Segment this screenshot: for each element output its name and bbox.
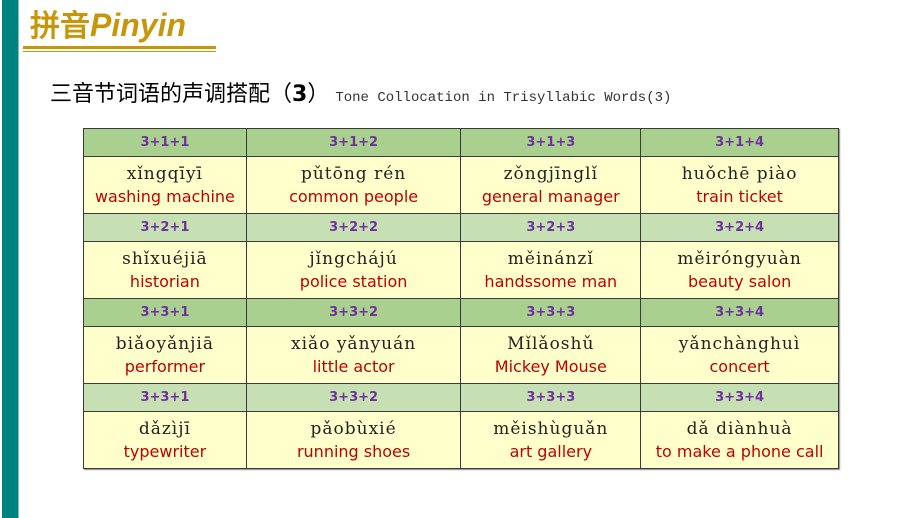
tone-pattern-label: 3+3+4 xyxy=(640,298,839,327)
tone-pattern-label: 3+1+3 xyxy=(460,128,642,157)
pinyin-text: jǐngchájú xyxy=(309,249,398,269)
pinyin-text: zǒngjīnglǐ xyxy=(503,164,599,184)
pinyin-text: xiǎo yǎnyuán xyxy=(291,334,417,354)
tone-pattern-header-row: 3+2+1 3+2+2 3+2+3 3+2+4 xyxy=(83,213,839,242)
word-cell: biǎoyǎnjiā performer xyxy=(83,326,247,384)
pinyin-text: měiróngyuàn xyxy=(677,249,802,269)
tone-pattern-label: 3+3+1 xyxy=(83,298,247,327)
tone-pattern-header-row: 3+1+1 3+1+2 3+1+3 3+1+4 xyxy=(83,128,839,157)
pinyin-text: shǐxuéjiā xyxy=(122,249,208,269)
pinyin-text: pǎobùxié xyxy=(310,419,397,439)
tone-pattern-label: 3+3+4 xyxy=(640,383,839,412)
subtitle-english: Tone Collocation in Trisyllabic Words(3) xyxy=(335,90,672,106)
brand-title-chinese: 拼音 xyxy=(30,9,90,44)
pinyin-text: dǎ diànhuà xyxy=(686,419,793,439)
word-cell: měishùguǎn art gallery xyxy=(460,411,642,469)
subtitle-number: 3 xyxy=(292,82,308,107)
brand-title-latin: Pinyin xyxy=(90,7,187,43)
pinyin-text: pǔtōng rén xyxy=(300,164,407,184)
slide-subtitle: 三音节词语的声调搭配（ 3） Tone Collocation in Trisyll… xyxy=(50,76,671,108)
tone-pattern-label: 3+2+3 xyxy=(460,213,642,242)
word-cell: shǐxuéjiā historian xyxy=(83,241,247,299)
word-cell: huǒchē piào train ticket xyxy=(640,156,839,214)
word-row: shǐxuéjiā historian jǐngchájú police statio… xyxy=(83,241,839,299)
subtitle-close-paren: ） xyxy=(307,82,330,107)
tone-pattern-label: 3+1+2 xyxy=(245,128,462,157)
english-translation: little actor xyxy=(312,357,395,376)
word-cell: měiróngyuàn beauty salon xyxy=(640,241,839,299)
english-translation: historian xyxy=(129,272,200,291)
english-translation: handssome man xyxy=(484,272,618,291)
english-translation: washing machine xyxy=(94,187,235,206)
pinyin-text: xǐngqīyī xyxy=(126,164,203,184)
english-translation: common people xyxy=(289,187,419,206)
word-cell: měinánzǐ handssome man xyxy=(460,241,642,299)
word-cell: zǒngjīnglǐ general manager xyxy=(460,156,642,214)
word-cell: jǐngchájú police station xyxy=(245,241,462,299)
english-translation: performer xyxy=(124,357,206,376)
pinyin-text: měinánzǐ xyxy=(507,249,594,269)
word-cell: Mǐlǎoshǔ Mickey Mouse xyxy=(460,326,642,384)
side-accent-bar xyxy=(2,0,19,518)
tone-pattern-label: 3+3+2 xyxy=(245,383,462,412)
word-row: dǎzìjī typewriter pǎobùxié running shoes měi… xyxy=(83,411,839,469)
english-translation: art gallery xyxy=(509,442,593,461)
tone-pattern-label: 3+3+3 xyxy=(460,383,642,412)
pinyin-text: Mǐlǎoshǔ xyxy=(507,334,595,354)
word-cell: xiǎo yǎnyuán little actor xyxy=(245,326,462,384)
pinyin-text: měishùguǎn xyxy=(493,419,609,439)
english-translation: beauty salon xyxy=(687,272,792,291)
pinyin-text: yǎnchànghuì xyxy=(678,334,801,354)
word-row: xǐngqīyī washing machine pǔtōng rén common … xyxy=(83,156,839,214)
tone-pattern-label: 3+2+1 xyxy=(83,213,247,242)
tone-pattern-label: 3+2+4 xyxy=(640,213,839,242)
word-row: biǎoyǎnjiā performer xiǎo yǎnyuán little ac… xyxy=(83,326,839,384)
tone-pattern-label: 3+1+1 xyxy=(83,128,247,157)
brand-underline xyxy=(23,46,216,49)
tone-pattern-header-row: 3+3+1 3+3+2 3+3+3 3+3+4 xyxy=(83,383,839,412)
tone-pattern-label: 3+3+3 xyxy=(460,298,642,327)
english-translation: police station xyxy=(299,272,408,291)
pinyin-text: biǎoyǎnjiā xyxy=(115,334,215,354)
word-cell: yǎnchànghuì concert xyxy=(640,326,839,384)
slide-brand-title: 拼音Pinyin xyxy=(30,6,186,46)
pinyin-text: huǒchē piào xyxy=(681,164,798,184)
tone-pattern-label: 3+2+2 xyxy=(245,213,462,242)
tone-pattern-label: 3+1+4 xyxy=(640,128,839,157)
english-translation: running shoes xyxy=(296,442,411,461)
english-translation: train ticket xyxy=(696,187,783,206)
tone-collocation-table: 3+1+1 3+1+2 3+1+3 3+1+4 xǐngqīyī washing mach… xyxy=(83,128,839,469)
tone-pattern-label: 3+3+1 xyxy=(83,383,247,412)
english-translation: concert xyxy=(709,357,770,376)
english-translation: general manager xyxy=(481,187,620,206)
word-cell: pǎobùxié running shoes xyxy=(245,411,462,469)
tone-pattern-header-row: 3+3+1 3+3+2 3+3+3 3+3+4 xyxy=(83,298,839,327)
brand-underline-thin xyxy=(23,51,216,52)
word-cell: pǔtōng rén common people xyxy=(245,156,462,214)
word-cell: dǎ diànhuà to make a phone call xyxy=(640,411,839,469)
word-cell: dǎzìjī typewriter xyxy=(83,411,247,469)
english-translation: to make a phone call xyxy=(655,442,824,461)
pinyin-text: dǎzìjī xyxy=(138,419,191,439)
subtitle-chinese: 三音节词语的声调搭配（ xyxy=(50,82,293,107)
word-cell: xǐngqīyī washing machine xyxy=(83,156,247,214)
tone-pattern-label: 3+3+2 xyxy=(245,298,462,327)
english-translation: Mickey Mouse xyxy=(494,357,607,376)
english-translation: typewriter xyxy=(123,442,207,461)
